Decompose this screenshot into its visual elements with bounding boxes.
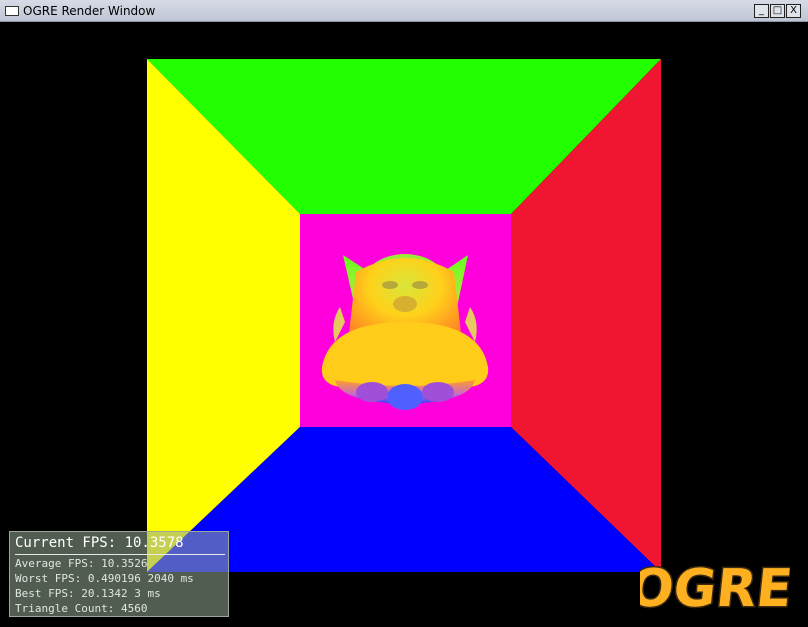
worst-fps: Worst FPS: 0.490196 2040 ms: [15, 572, 194, 585]
ogre-render-window: OGRE Render Window _ □ X Current FPS: 10…: [0, 0, 808, 627]
close-button[interactable]: X: [786, 4, 801, 18]
window-title: OGRE Render Window: [23, 4, 156, 18]
stats-overlay: Current FPS: 10.3578 Average FPS: 10.352…: [9, 531, 229, 617]
ogre-logo: OGRE: [640, 558, 790, 618]
ogre-logo-text: OGRE: [640, 559, 790, 618]
current-fps: Current FPS: 10.3578: [15, 535, 184, 551]
maximize-button[interactable]: □: [770, 4, 785, 18]
minimize-button[interactable]: _: [754, 4, 769, 18]
app-window-icon: [5, 6, 19, 16]
stats-divider: [15, 554, 225, 555]
best-fps: Best FPS: 20.1342 3 ms: [15, 587, 161, 600]
title-bar[interactable]: OGRE Render Window _ □ X: [0, 0, 808, 22]
average-fps: Average FPS: 10.3526: [15, 557, 148, 570]
triangle-count: Triangle Count: 4560: [15, 602, 148, 615]
